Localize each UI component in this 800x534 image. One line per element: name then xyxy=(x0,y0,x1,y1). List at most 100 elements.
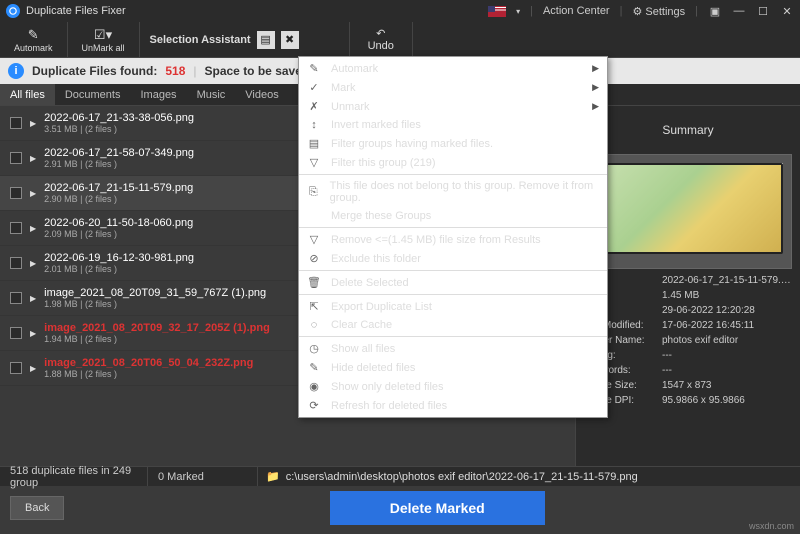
detail-size: 1.45 MB xyxy=(662,290,792,301)
folder-icon: 📁 xyxy=(266,470,280,483)
menu-item[interactable]: ⇱Export Duplicate List xyxy=(299,297,607,316)
settings-link[interactable]: ⚙ Settings xyxy=(632,5,685,18)
menu-label: Export Duplicate List xyxy=(331,301,432,313)
tab-documents[interactable]: Documents xyxy=(55,84,131,105)
bottom-bar: Back Delete Marked xyxy=(0,486,800,530)
expand-icon[interactable]: ▶ xyxy=(30,119,36,128)
checkbox[interactable] xyxy=(10,117,22,129)
checkbox[interactable] xyxy=(10,152,22,164)
preview-image xyxy=(584,154,792,269)
menu-icon: ◌ xyxy=(307,319,321,331)
flag-icon[interactable] xyxy=(488,6,506,17)
menu-item[interactable]: 🗑Delete Selected xyxy=(299,273,607,292)
menu-icon: 🗑 xyxy=(307,276,321,289)
action-center-link[interactable]: Action Center xyxy=(543,5,610,17)
summary-header: Summary xyxy=(576,106,800,154)
screenshot-icon[interactable]: ▣ xyxy=(708,4,722,18)
expand-icon[interactable]: ▶ xyxy=(30,189,36,198)
menu-item: ⊘Exclude this folder xyxy=(299,249,607,268)
menu-item[interactable]: ↕Invert marked files xyxy=(299,116,607,134)
menu-item[interactable]: ▽Filter this group (219) xyxy=(299,153,607,172)
menu-item[interactable]: ✎Hide deleted files xyxy=(299,358,607,377)
checkbox[interactable] xyxy=(10,187,22,199)
expand-icon[interactable]: ▶ xyxy=(30,329,36,338)
menu-item[interactable]: ◉Show only deleted files xyxy=(299,377,607,396)
minimize-icon[interactable]: — xyxy=(732,4,746,18)
tab-music[interactable]: Music xyxy=(187,84,236,105)
status-marked: 0 Marked xyxy=(148,467,258,486)
file-name: image_2021_08_20T06_50_04_232Z.png xyxy=(44,357,253,369)
file-meta: 2.01 MB | (2 files ) xyxy=(44,264,194,274)
undo-button[interactable]: ↶Undo xyxy=(349,22,413,57)
expand-icon[interactable]: ▶ xyxy=(30,294,36,303)
selection-tool-1-button[interactable]: ▤ xyxy=(257,31,275,49)
expand-icon[interactable]: ▶ xyxy=(30,224,36,233)
menu-label: Show all files xyxy=(331,343,395,355)
file-name: image_2021_08_20T09_31_59_767Z (1).png xyxy=(44,287,266,299)
menu-label: Refresh for deleted files xyxy=(331,400,447,412)
checkbox[interactable] xyxy=(10,362,22,374)
dup-found-label: Duplicate Files found: xyxy=(32,64,157,78)
menu-item[interactable]: ◌ Clear Cache xyxy=(299,316,607,334)
file-meta: 1.88 MB | (2 files ) xyxy=(44,369,253,379)
file-details: 2022-06-17_21-15-11-579.png 1.45 MB ed:2… xyxy=(584,275,792,406)
expand-icon[interactable]: ▶ xyxy=(30,259,36,268)
menu-label: Mark xyxy=(331,82,355,94)
selection-tool-2-button[interactable]: ✖ xyxy=(281,31,299,49)
menu-label: This file does not belong to this group.… xyxy=(330,180,599,204)
menu-icon: ✗ xyxy=(307,100,321,113)
tab-images[interactable]: Images xyxy=(130,84,186,105)
menu-label: Show only deleted files xyxy=(331,381,444,393)
dup-found-count: 518 xyxy=(165,64,185,78)
file-meta: 2.91 MB | (2 files ) xyxy=(44,159,194,169)
menu-item[interactable]: ✗ Unmark ▶ xyxy=(299,97,607,116)
menu-label: Hide deleted files xyxy=(331,362,415,374)
menu-item[interactable]: ▤Filter groups having marked files. xyxy=(299,134,607,153)
menu-icon: ↕ xyxy=(307,119,321,131)
checkbox[interactable] xyxy=(10,222,22,234)
selection-assistant-label: Selection Assistant xyxy=(150,34,251,46)
back-button[interactable]: Back xyxy=(10,496,64,520)
expand-icon[interactable]: ▶ xyxy=(30,154,36,163)
unmark-all-button[interactable]: ☑▾UnMark all xyxy=(68,22,140,57)
menu-label: Filter this group (219) xyxy=(331,157,436,169)
file-name: 2022-06-19_16-12-30-981.png xyxy=(44,252,194,264)
menu-label: Exclude this folder xyxy=(331,253,421,265)
expand-icon[interactable]: ▶ xyxy=(30,364,36,373)
delete-marked-button[interactable]: Delete Marked xyxy=(330,491,545,525)
file-meta: 3.51 MB | (2 files ) xyxy=(44,124,194,134)
maximize-icon[interactable]: ☐ xyxy=(756,4,770,18)
tab-all-files[interactable]: All files xyxy=(0,84,55,105)
menu-item[interactable]: ✓Mark▶ xyxy=(299,78,607,97)
menu-item[interactable]: ▽Remove <=(1.45 MB) file size from Resul… xyxy=(299,230,607,249)
tab-videos[interactable]: Videos xyxy=(235,84,288,105)
file-meta: 1.94 MB | (2 files ) xyxy=(44,334,270,344)
flag-caret[interactable]: ▾ xyxy=(516,7,520,16)
space-saved-label: Space to be saved xyxy=(205,64,310,78)
app-logo-icon xyxy=(6,4,20,18)
menu-item[interactable]: ✎Automark▶ xyxy=(299,59,607,78)
info-icon: i xyxy=(8,63,24,79)
menu-label: Unmark xyxy=(331,101,370,113)
status-groups: 518 duplicate files in 249 group xyxy=(0,467,148,486)
submenu-arrow-icon: ▶ xyxy=(592,82,599,93)
automark-button[interactable]: ✎Automark xyxy=(0,22,68,57)
menu-item[interactable]: ⎘This file does not belong to this group… xyxy=(299,177,607,207)
checkbox[interactable] xyxy=(10,257,22,269)
file-name: 2022-06-17_21-58-07-349.png xyxy=(44,147,194,159)
checkbox[interactable] xyxy=(10,292,22,304)
menu-item[interactable]: ⟳Refresh for deleted files xyxy=(299,396,607,415)
checkbox[interactable] xyxy=(10,327,22,339)
file-meta: 1.98 MB | (2 files ) xyxy=(44,299,266,309)
menu-item[interactable]: ◷Show all files xyxy=(299,339,607,358)
detail-rating: --- xyxy=(662,350,792,361)
submenu-arrow-icon: ▶ xyxy=(592,101,599,112)
menu-label: Remove <=(1.45 MB) file size from Result… xyxy=(331,234,541,246)
menu-icon: ▤ xyxy=(307,137,321,150)
detail-keywords: --- xyxy=(662,365,792,376)
menu-label: Clear Cache xyxy=(331,319,392,331)
submenu-arrow-icon: ▶ xyxy=(592,63,599,74)
close-icon[interactable]: ✕ xyxy=(780,4,794,18)
context-menu: ✎Automark▶✓Mark▶✗Unmark▶↕Invert marked f… xyxy=(298,56,608,418)
detail-imgsize: 1547 x 873 xyxy=(662,380,792,391)
